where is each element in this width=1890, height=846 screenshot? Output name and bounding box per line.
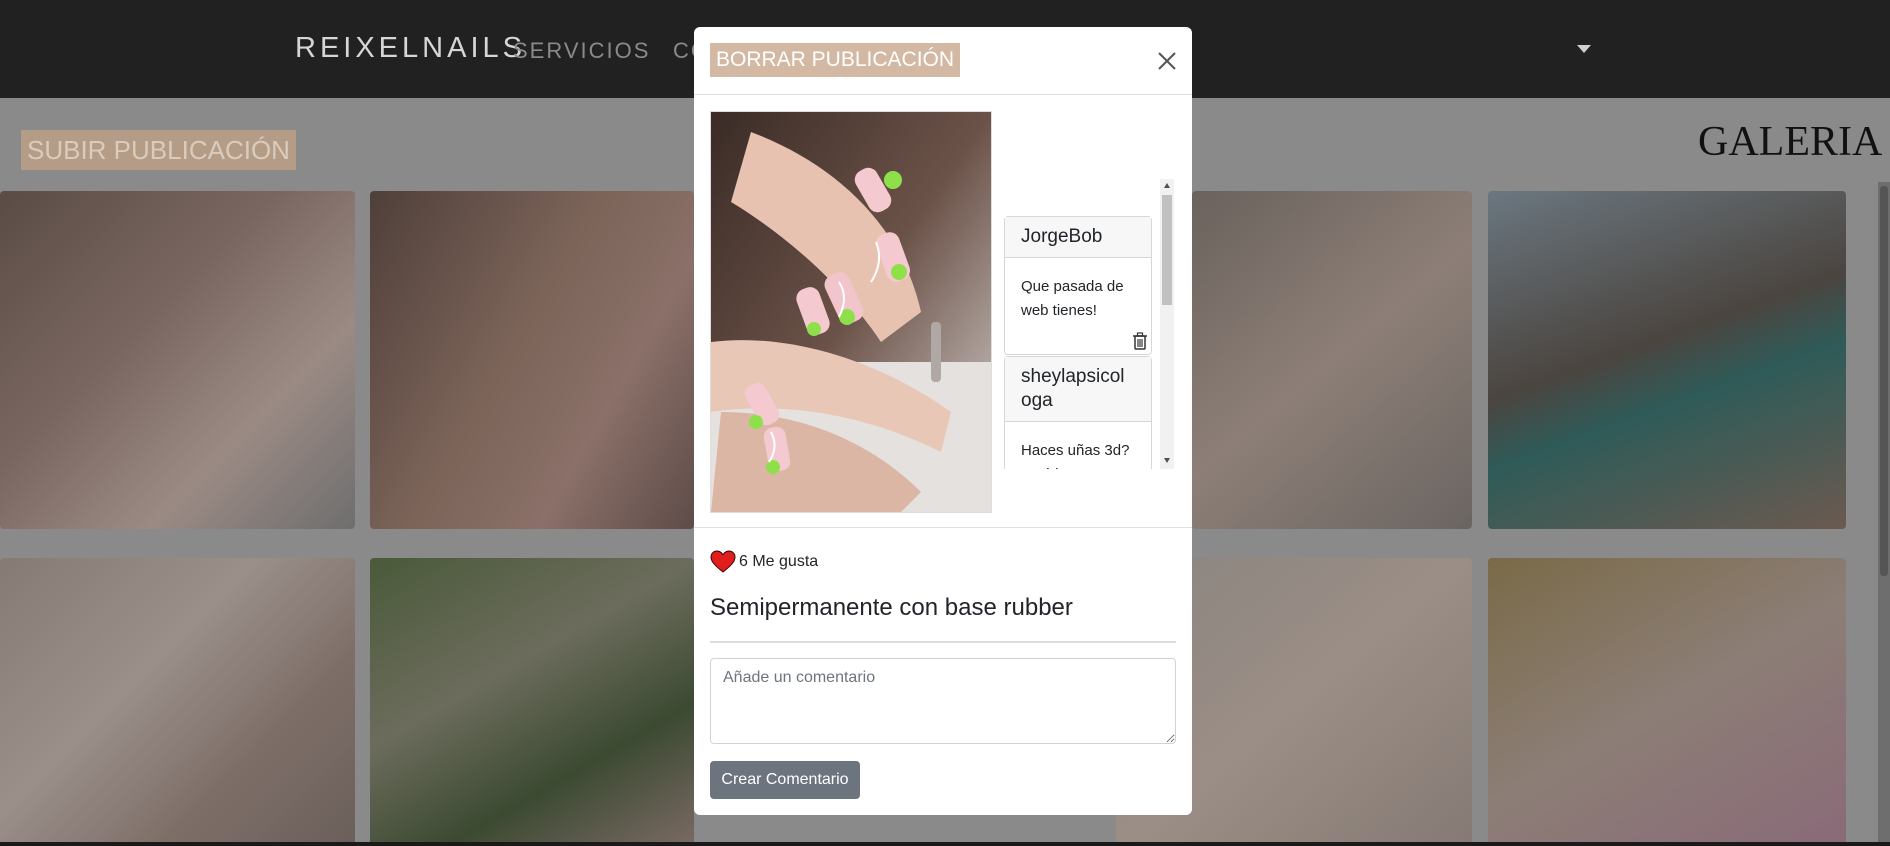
gallery-thumbnail[interactable] [370, 191, 694, 529]
comments-scrollbar-thumb[interactable] [1162, 195, 1172, 305]
modal-header: BORRAR PUBLICACIÓN [694, 27, 1192, 95]
comment-text: Haces uñas 3d? Estéticamente [1021, 442, 1130, 469]
scroll-up-arrow-icon[interactable] [1164, 183, 1170, 188]
close-icon[interactable] [1155, 49, 1179, 73]
dropdown-caret-icon[interactable] [1577, 45, 1591, 53]
trash-icon[interactable] [1132, 332, 1148, 350]
gallery-thumbnail[interactable] [370, 558, 694, 846]
comment-card: sheylapsicologa Haces uñas 3d? Estéticam… [1004, 356, 1152, 469]
likes-count: 6 Me gusta [739, 553, 819, 570]
nav-link-servicios[interactable]: SERVICIOS [513, 38, 650, 64]
comment-username: JorgeBob [1005, 217, 1151, 258]
page-scrollbar-thumb[interactable] [1880, 186, 1888, 576]
scroll-down-arrow-icon[interactable] [1164, 458, 1170, 463]
comments-list[interactable]: JorgeBob Que pasada de web tienes! sheyl… [1000, 179, 1176, 469]
bottom-bar [0, 842, 1890, 846]
divider [694, 527, 1192, 528]
gallery-title: GALERIA [1698, 119, 1883, 165]
heart-icon[interactable] [710, 550, 736, 574]
likes-section: 6 Me gusta [710, 547, 818, 577]
upload-post-button[interactable]: SUBIR PUBLICACIÓN [21, 130, 296, 170]
divider [710, 641, 1176, 643]
modal-title[interactable]: BORRAR PUBLICACIÓN [710, 43, 961, 77]
post-image [710, 111, 992, 513]
comment-text: Que pasada de web tienes! [1021, 278, 1124, 319]
brand-logo[interactable]: REIXELNAILS [295, 32, 526, 65]
comment-input[interactable] [710, 658, 1176, 744]
gallery-thumbnail[interactable] [0, 558, 355, 846]
post-title: Semipermanente con base rubber [710, 594, 1073, 621]
comment-username: sheylapsicologa [1005, 357, 1151, 422]
gallery-thumbnail[interactable] [1192, 191, 1472, 529]
delete-post-modal: BORRAR PUBLICACIÓN JorgeBob Que pasada d… [694, 27, 1192, 815]
comment-card: JorgeBob Que pasada de web tienes! [1004, 216, 1152, 355]
gallery-thumbnail[interactable] [1488, 191, 1846, 529]
gallery-thumbnail[interactable] [1488, 558, 1846, 846]
create-comment-button[interactable]: Crear Comentario [710, 761, 860, 799]
gallery-thumbnail[interactable] [0, 191, 355, 529]
